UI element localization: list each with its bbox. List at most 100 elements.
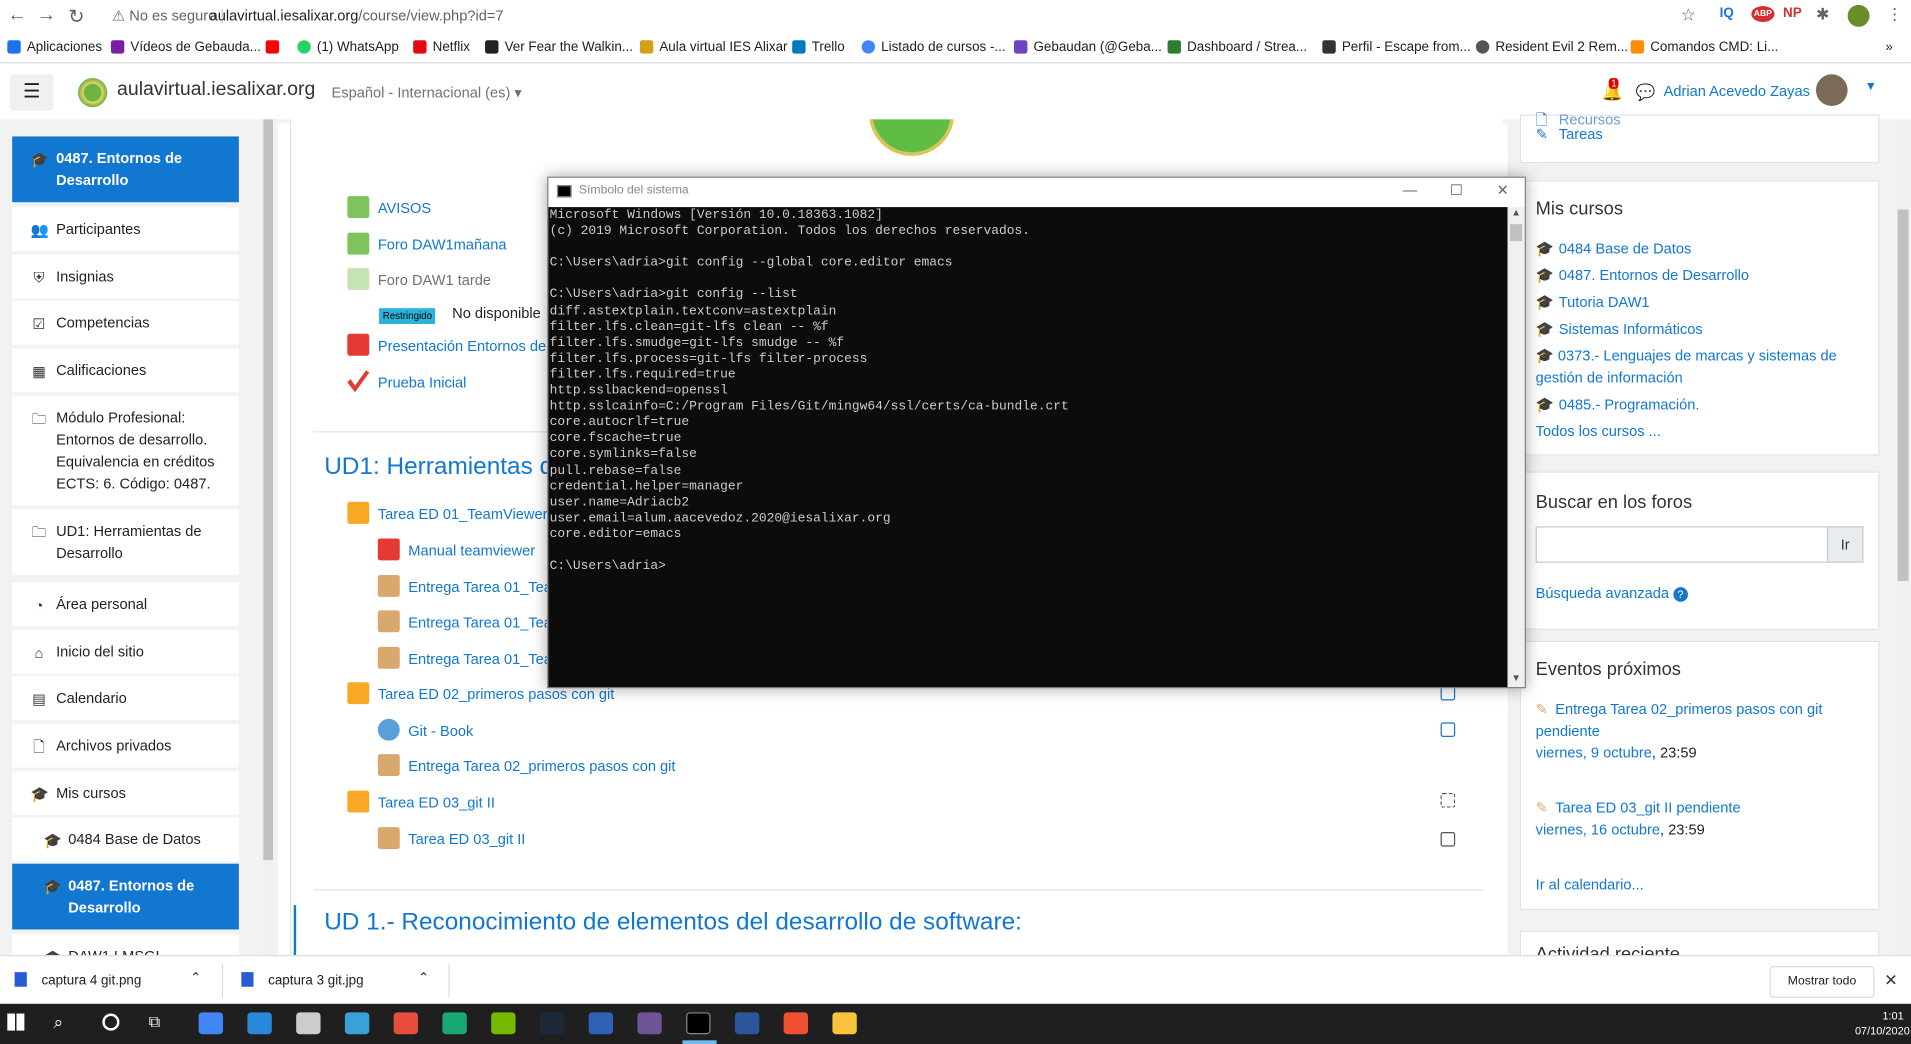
drawer-item-home[interactable]: ⌂ Inicio del sitio — [12, 629, 239, 674]
bookmark-item[interactable]: (1) WhatsApp — [297, 40, 399, 55]
maximize-icon[interactable]: ☐ — [1444, 182, 1468, 199]
sourcetree-icon[interactable] — [393, 1012, 419, 1035]
scrollbar-thumb[interactable] — [263, 119, 273, 861]
user-name[interactable]: Adrian Acevedo Zayas — [1664, 83, 1810, 100]
iq-extension-icon[interactable]: IQ — [1720, 6, 1734, 21]
site-name[interactable]: aulavirtual.iesalixar.org — [117, 79, 315, 101]
window-titlebar[interactable]: Símbolo del sistema — ☐ ✕ — [548, 177, 1525, 208]
bookmarks-overflow-icon[interactable]: » — [1885, 40, 1892, 55]
activity-prueba-inicial[interactable]: Prueba Inicial — [347, 370, 466, 393]
command-prompt-window[interactable]: Símbolo del sistema — ☐ ✕ Microsoft Wind… — [547, 176, 1526, 689]
drawer-item-badges[interactable]: ⛨ Insignias — [12, 254, 239, 299]
drawer-item-competencies[interactable]: ☑ Competencias — [12, 300, 239, 345]
close-icon[interactable]: ✕ — [1491, 182, 1515, 199]
activity-avisos[interactable]: AVISOS — [347, 196, 431, 219]
event-item[interactable]: ✎ Entrega Tarea 02_primeros pasos con git… — [1536, 698, 1865, 742]
reload-icon[interactable]: ↻ — [68, 5, 84, 29]
nav-link-assignments[interactable]: ✎ Tareas — [1536, 123, 1603, 145]
help-icon[interactable]: ? — [1673, 587, 1688, 602]
cortana-icon[interactable] — [102, 1013, 120, 1031]
search-go-button[interactable]: Ir — [1826, 526, 1864, 563]
task-app-icon[interactable] — [247, 1012, 272, 1035]
activity-foro-tarde[interactable]: Foro DAW1 tarde — [347, 268, 491, 290]
back-icon[interactable]: ← — [7, 5, 27, 27]
np-extension-icon[interactable]: NP — [1783, 6, 1802, 21]
course-link[interactable]: 🎓 0487. Entornos de Desarrollo — [1536, 264, 1749, 286]
activity-assignment[interactable]: Tarea ED 03_git II — [377, 827, 525, 850]
drawer-item-my-courses[interactable]: 🎓 Mis cursos — [12, 771, 239, 815]
course-link[interactable]: 🎓 0373.- Lenguajes de marcas y sistemas … — [1536, 345, 1865, 389]
scroll-up-icon[interactable]: ▲ — [1511, 207, 1521, 218]
github-desktop-icon[interactable] — [637, 1012, 662, 1035]
drawer-item-course-bd[interactable]: 🎓 0484 Base de Datos — [12, 817, 239, 862]
minimize-icon[interactable]: — — [1398, 182, 1422, 199]
chevron-up-icon[interactable]: ⌃ — [190, 970, 201, 986]
activity-assignment[interactable]: Entrega Tarea 01_Tear — [377, 646, 557, 669]
bookmark-item[interactable]: Ver Fear the Walkin... — [485, 40, 633, 55]
bookmark-item[interactable]: Perfil - Escape from... — [1322, 40, 1471, 55]
chevron-up-icon[interactable]: ⌃ — [418, 970, 429, 986]
caret-down-icon[interactable]: ▼ — [1865, 80, 1877, 93]
avatar[interactable] — [1815, 74, 1848, 106]
bookmark-item[interactable]: Aula virtual IES Alixar — [639, 40, 788, 55]
course-link[interactable]: 🎓 Tutoria DAW1 — [1536, 291, 1650, 313]
download-item[interactable]: captura 4 git.png — [14, 972, 141, 988]
cmd-icon[interactable] — [686, 1012, 711, 1035]
completion-checkbox[interactable] — [1440, 832, 1456, 847]
go-calendar-link[interactable]: Ir al calendario... — [1536, 873, 1644, 895]
gitkraken-icon[interactable] — [442, 1012, 467, 1035]
download-item[interactable]: captura 3 git.jpg — [241, 972, 364, 988]
scrollbar-thumb[interactable] — [1897, 209, 1909, 582]
windows-start-icon[interactable] — [7, 1013, 25, 1031]
drawer-item-calendar[interactable]: ▤ Calendario — [12, 676, 239, 720]
address-bar[interactable]: ⚠ No es seguro | aulavirtual.iesalixar.o… — [97, 2, 1707, 31]
explorer-icon[interactable] — [832, 1012, 857, 1035]
event-item[interactable]: ✎ Tarea ED 03_git II pendiente — [1536, 797, 1865, 819]
terminal-output[interactable]: Microsoft Windows [Versión 10.0.18363.10… — [548, 207, 1508, 688]
language-menu[interactable]: Español - Internacional (es) ▾ — [332, 84, 522, 101]
bookmark-item[interactable]: Comandos CMD: Li... — [1630, 40, 1778, 55]
page-scrollbar[interactable] — [1895, 119, 1911, 956]
bookmark-item[interactable]: Dashboard / Strea... — [1167, 40, 1307, 55]
obs-icon[interactable] — [296, 1012, 321, 1035]
activity-assignment[interactable]: Entrega Tarea 01_Tear — [377, 574, 557, 597]
menu-toggle-icon[interactable]: ☰ — [9, 74, 54, 111]
activity-resource[interactable]: Manual teamviewer — [377, 538, 535, 561]
activity-foro-manana[interactable]: Foro DAW1mañana — [347, 232, 507, 255]
terminal-scrollbar[interactable]: ▲ ▼ — [1507, 207, 1525, 688]
bookmark-apps[interactable]: Aplicaciones — [7, 40, 102, 55]
word-icon[interactable] — [734, 1012, 760, 1035]
course-link[interactable]: 🎓 Sistemas Informáticos — [1536, 318, 1703, 340]
search-input[interactable] — [1535, 526, 1829, 563]
section-title[interactable]: UD1: Herramientas d — [324, 453, 553, 481]
activity-url[interactable]: Git - Book — [377, 718, 473, 741]
activity-assignment[interactable]: Entrega Tarea 02_primeros pasos con git — [377, 754, 675, 776]
steam-icon[interactable] — [539, 1012, 565, 1035]
profile-avatar[interactable] — [1847, 4, 1870, 27]
drawer-item-private-files[interactable]: 🗋 Archivos privados — [12, 723, 239, 768]
drawer-item-course[interactable]: 🎓 0487. Entornos de Desarrollo — [12, 136, 239, 203]
drawer-scrollbar[interactable] — [260, 119, 276, 956]
activity-folder[interactable]: Tarea ED 03_git II — [347, 790, 495, 813]
drawer-item-course-ed[interactable]: 🎓 0487. Entornos de Desarrollo — [12, 863, 239, 930]
bookmark-item[interactable]: Vídeos de Gebauda... — [110, 40, 261, 55]
bookmark-item[interactable]: Netflix — [413, 40, 470, 55]
system-clock[interactable]: 1:01 07/10/2020 — [1855, 1009, 1910, 1038]
menu-dots-icon[interactable]: ⋮ — [1887, 5, 1903, 24]
scroll-down-icon[interactable]: ▼ — [1511, 672, 1521, 683]
puzzle-icon[interactable]: ✱ — [1816, 5, 1829, 24]
bookmark-item[interactable]: Trello — [792, 40, 845, 55]
bookmark-item[interactable]: Listado de cursos -... — [861, 40, 1006, 55]
chrome-icon[interactable] — [198, 1012, 224, 1035]
drawer-item-dashboard[interactable]: ◔ Área personal — [12, 582, 239, 627]
drawer-item-section-0[interactable]: 🗀 Módulo Profesional: Entornos de desarro… — [12, 395, 239, 506]
all-courses-link[interactable]: Todos los cursos ... — [1536, 420, 1661, 442]
virtualbox-icon[interactable] — [588, 1012, 614, 1035]
drawer-item-grades[interactable]: ▦ Calificaciones — [12, 348, 239, 393]
search-icon[interactable]: ⌕ — [54, 1012, 64, 1033]
photos-icon[interactable] — [344, 1012, 370, 1035]
completion-checkbox[interactable] — [1440, 793, 1456, 808]
drawer-item-participants[interactable]: 👥 Participantes — [12, 207, 239, 251]
bookmark-item[interactable]: Resident Evil 2 Rem... — [1475, 40, 1628, 55]
scrollbar-thumb[interactable] — [1510, 224, 1523, 242]
